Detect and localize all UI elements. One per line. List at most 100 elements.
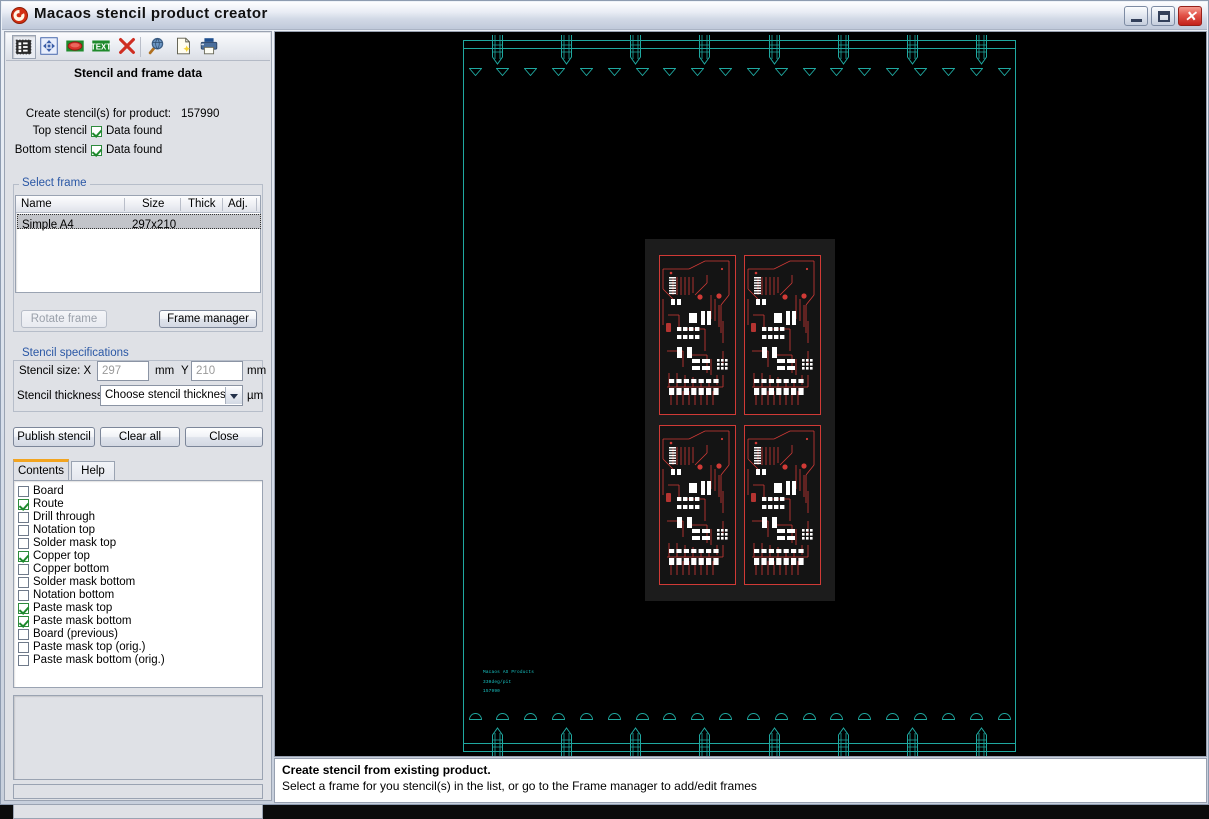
contents-list[interactable]: Board Route Drill through Notation top Solde… xyxy=(13,480,263,688)
content-label: Board xyxy=(33,485,64,497)
delete-cross-icon[interactable] xyxy=(116,35,140,59)
stencil-size-label: Stencil size: X xyxy=(19,365,92,377)
frame-tick-top xyxy=(552,68,566,76)
frame-tick-bottom xyxy=(997,713,1011,720)
left-panel: TEXT Stencil and frame data Create stenc… xyxy=(4,31,272,819)
svg-text:TEXT: TEXT xyxy=(91,42,111,51)
frame-clamp-bottom xyxy=(837,727,849,756)
frame-tick-bottom xyxy=(468,713,482,720)
bottom-stencil-label: Bottom stencil xyxy=(14,144,87,156)
maximize-button[interactable] xyxy=(1151,6,1175,26)
new-document-icon[interactable] xyxy=(172,35,196,59)
frame-tick-top xyxy=(746,68,760,76)
content-checkbox[interactable] xyxy=(18,525,29,536)
content-label: Drill through xyxy=(33,511,95,523)
title-bar: Macaos stencil product creator ✕ xyxy=(2,2,1207,30)
column-size[interactable]: Size xyxy=(142,198,164,210)
column-name[interactable]: Name xyxy=(21,198,52,210)
table-row[interactable]: Simple A4 297x210 xyxy=(17,214,261,231)
content-label: Solder mask top xyxy=(33,537,117,549)
frame-table[interactable]: Name Size Thick Adj. Simple A4 297x210 xyxy=(15,195,261,293)
frame-tick-top xyxy=(774,68,788,76)
publish-stencil-button[interactable]: Publish stencil xyxy=(13,427,95,447)
rotate-frame-button[interactable]: Rotate frame xyxy=(21,310,107,328)
content-checkbox[interactable] xyxy=(18,642,29,653)
chevron-down-icon[interactable] xyxy=(225,387,242,404)
content-checkbox[interactable] xyxy=(18,564,29,575)
content-label: Route xyxy=(33,498,64,510)
frame-manager-button[interactable]: Frame manager xyxy=(159,310,257,328)
frame-clamp-bottom xyxy=(492,727,504,756)
frame-tick-top xyxy=(969,68,983,76)
frame-tick-top xyxy=(858,68,872,76)
frame-rail-top xyxy=(463,48,1016,49)
content-checkbox[interactable] xyxy=(18,590,29,601)
content-label: Board (previous) xyxy=(33,628,119,640)
stencil-size-y-input[interactable]: 210 xyxy=(191,361,243,381)
unit-x-label: mm xyxy=(155,365,175,377)
close-button[interactable]: ✕ xyxy=(1178,6,1202,26)
content-checkbox[interactable] xyxy=(18,551,29,562)
frame-tick-bottom xyxy=(886,713,900,720)
frame-tick-bottom xyxy=(858,713,872,720)
tab-contents[interactable]: Contents xyxy=(13,459,69,480)
ellipse-shape-icon[interactable] xyxy=(64,35,88,59)
content-label: Copper top xyxy=(33,550,90,562)
content-checkbox[interactable] xyxy=(18,655,29,666)
pcb-artwork xyxy=(662,260,730,405)
content-checkbox[interactable] xyxy=(18,538,29,549)
content-checkbox[interactable] xyxy=(18,486,29,497)
stencil-select-icon[interactable] xyxy=(12,35,36,59)
frame-tick-bottom xyxy=(802,713,816,720)
tab-help[interactable]: Help xyxy=(71,461,115,480)
frame-clamp-top xyxy=(837,35,849,65)
bottom-stencil-checkbox[interactable] xyxy=(91,145,102,156)
frame-clamp-top xyxy=(768,35,780,65)
close-button-panel[interactable]: Close xyxy=(185,427,263,447)
status-hint: Select a frame for you stencil(s) in the… xyxy=(282,779,757,793)
export-print-icon[interactable] xyxy=(198,35,222,59)
content-checkbox[interactable] xyxy=(18,616,29,627)
clear-all-button[interactable]: Clear all xyxy=(100,427,180,447)
frame-tick-bottom xyxy=(607,713,621,720)
toolbar-separator xyxy=(140,37,141,57)
frame-tick-bottom xyxy=(579,713,593,720)
window-title: Macaos stencil product creator xyxy=(34,5,268,22)
frame-tick-bottom xyxy=(746,713,760,720)
frame-tick-bottom xyxy=(552,713,565,720)
info-panel xyxy=(13,695,263,780)
cell-size: 297x210 xyxy=(132,219,177,231)
frame-tick-top xyxy=(913,68,927,76)
frame-tick-bottom xyxy=(663,713,677,720)
column-adj[interactable]: Adj. xyxy=(228,198,248,210)
zoom-globe-icon[interactable] xyxy=(146,35,170,59)
content-checkbox[interactable] xyxy=(18,603,29,614)
frame-tick-bottom xyxy=(774,713,788,720)
frame-tick-bottom xyxy=(496,713,510,720)
close-icon: ✕ xyxy=(1184,8,1197,24)
frame-tick-bottom xyxy=(914,713,927,720)
content-label: Solder mask bottom xyxy=(33,576,136,588)
move-arrows-icon[interactable] xyxy=(38,35,62,59)
content-checkbox[interactable] xyxy=(18,629,29,640)
pcb-text-block: Macaos AS Products 330deg/pit 157990 xyxy=(483,670,534,699)
text-tool-icon[interactable]: TEXT xyxy=(90,35,114,59)
frame-clamp-bottom xyxy=(699,727,711,756)
content-checkbox[interactable] xyxy=(18,512,29,523)
product-label: Create stencil(s) for product: xyxy=(25,108,171,120)
frame-tick-top xyxy=(579,68,593,76)
stencil-size-x-input[interactable]: 297 xyxy=(97,361,149,381)
content-checkbox[interactable] xyxy=(18,499,29,510)
minimize-button[interactable] xyxy=(1124,6,1148,26)
content-label: Notation top xyxy=(33,524,96,536)
frame-tick-top xyxy=(496,68,510,76)
stencil-size-y-label: Y xyxy=(181,365,189,377)
column-thick[interactable]: Thick xyxy=(188,198,215,210)
frame-clamp-top xyxy=(492,35,504,65)
content-checkbox[interactable] xyxy=(18,577,29,588)
stencil-canvas[interactable]: Macaos AS Products 330deg/pit 157990 xyxy=(274,31,1207,757)
frame-tick-top xyxy=(663,68,677,76)
stencil-thickness-select[interactable]: Choose stencil thickness xyxy=(100,385,243,406)
top-stencil-checkbox[interactable] xyxy=(91,126,102,137)
frame-tick-top xyxy=(802,68,816,76)
